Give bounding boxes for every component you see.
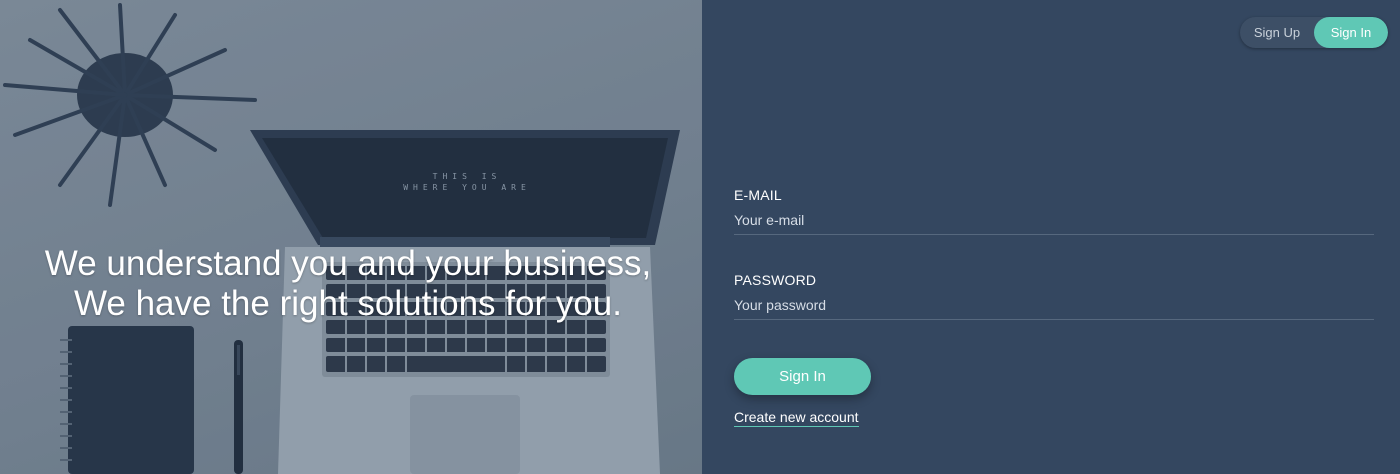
hero-tagline-line2: We have the right solutions for you. [74, 284, 622, 323]
auth-panel: Sign Up Sign In E-MAIL PASSWORD Sign In … [702, 0, 1400, 474]
password-field-group: PASSWORD [734, 272, 1374, 320]
hero-tagline-line1: We understand you and your business, [44, 244, 652, 283]
create-account-link[interactable]: Create new account [734, 409, 859, 427]
password-label: PASSWORD [734, 272, 817, 288]
signup-tab[interactable]: Sign Up [1240, 17, 1314, 48]
email-label: E-MAIL [734, 187, 782, 203]
signin-tab[interactable]: Sign In [1314, 17, 1388, 48]
email-input[interactable] [734, 211, 1374, 235]
hero-image: THIS IS WHERE YOU ARE We understand you … [0, 0, 702, 474]
hero-overlay [0, 0, 702, 474]
auth-mode-switcher: Sign Up Sign In [1240, 17, 1388, 48]
email-field-group: E-MAIL [734, 187, 1374, 235]
signin-button[interactable]: Sign In [734, 358, 871, 395]
password-input[interactable] [734, 296, 1374, 320]
hero-tagline: We understand you and your business, We … [0, 244, 696, 324]
